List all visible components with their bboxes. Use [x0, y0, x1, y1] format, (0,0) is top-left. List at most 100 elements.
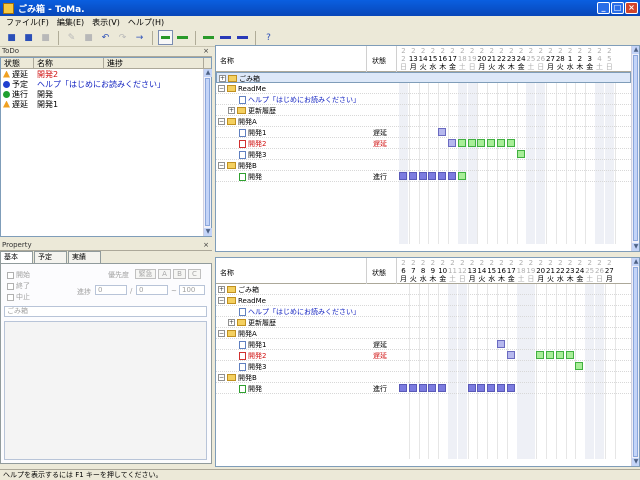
menu-help[interactable]: ヘルプ(H) — [124, 17, 168, 28]
gantt-bar[interactable] — [487, 139, 496, 147]
gantt-bar[interactable] — [555, 351, 564, 359]
check-start[interactable]: 開始 — [7, 270, 30, 280]
check-finish[interactable]: 終了 — [7, 281, 30, 291]
gantt-bar[interactable] — [408, 384, 417, 392]
priority-c-button[interactable]: C — [188, 269, 201, 279]
gantt-top-scrollbar[interactable]: ▲ ▼ — [631, 46, 639, 251]
task-row[interactable]: + ごみ箱 — [216, 72, 631, 83]
expand-toggle[interactable]: + — [228, 107, 235, 114]
expand-toggle[interactable]: + — [219, 75, 226, 82]
expand-toggle[interactable]: + — [228, 319, 235, 326]
bar-blue-icon[interactable] — [218, 30, 233, 45]
task-row[interactable]: + ごみ箱 — [216, 284, 631, 295]
edit-icon[interactable]: ✎ — [64, 30, 79, 45]
task-row[interactable]: + 更新履歴 — [216, 105, 631, 116]
task-row[interactable]: 開発1 遅延 — [216, 339, 631, 350]
gantt-bar[interactable] — [477, 384, 486, 392]
task-row[interactable]: 開発3 — [216, 361, 631, 372]
progress-total-input[interactable]: 0 — [136, 285, 168, 295]
todo-row[interactable]: 進行 開発 — [1, 89, 211, 99]
gantt-bar[interactable] — [506, 384, 515, 392]
menu-view[interactable]: 表示(V) — [88, 17, 124, 28]
close-icon[interactable]: × — [203, 47, 209, 55]
expand-toggle[interactable]: − — [218, 374, 225, 381]
expand-toggle[interactable]: − — [218, 330, 225, 337]
gantt-bar[interactable] — [575, 362, 584, 370]
task-row[interactable]: − 開発A — [216, 116, 631, 127]
new-icon[interactable]: ■ — [4, 30, 19, 45]
gantt-bar[interactable] — [565, 351, 574, 359]
todo-row[interactable]: 遅延 開発2 — [1, 69, 211, 79]
todo-row[interactable]: 遅延 開発1 — [1, 99, 211, 109]
todo-col-status[interactable]: 状態 — [1, 58, 34, 68]
help-icon[interactable]: ? — [261, 30, 276, 45]
menu-edit[interactable]: 編集(E) — [53, 17, 88, 28]
maximize-button[interactable]: □ — [611, 2, 624, 14]
gantt-bar[interactable] — [546, 351, 554, 359]
gantt-bar[interactable] — [467, 384, 476, 392]
task-row[interactable]: 開発2 遅延 — [216, 138, 631, 149]
bar-green-icon[interactable] — [201, 30, 216, 45]
task-row[interactable]: + 更新履歴 — [216, 317, 631, 328]
gantt-bar[interactable] — [536, 351, 545, 359]
gantt-bar[interactable] — [418, 172, 427, 180]
close-icon[interactable]: × — [203, 241, 209, 249]
gantt-bar[interactable] — [457, 172, 466, 180]
priority-a-button[interactable]: A — [158, 269, 171, 279]
new-disabled-icon[interactable]: ■ — [38, 30, 53, 45]
todo-col-name[interactable]: 名称 — [34, 58, 104, 68]
gantt-bar[interactable] — [448, 139, 456, 147]
gantt-bar[interactable] — [497, 340, 505, 348]
col-status-header[interactable]: 状態 — [372, 268, 386, 278]
new-child-icon[interactable]: ■ — [21, 30, 36, 45]
task-row[interactable]: ヘルプ「はじめにお読みください」 — [216, 94, 631, 105]
close-button[interactable]: × — [625, 2, 638, 14]
check-cancel[interactable]: 中止 — [7, 292, 30, 302]
gantt-bar[interactable] — [448, 172, 456, 180]
gantt-bar[interactable] — [516, 150, 525, 158]
task-row[interactable]: − ReadMe — [216, 83, 631, 94]
gantt-bar[interactable] — [506, 351, 515, 359]
todo-scrollbar[interactable]: ▲ ▼ — [203, 69, 212, 236]
priority-urgent-button[interactable]: 緊急 — [135, 269, 156, 279]
priority-b-button[interactable]: B — [173, 269, 186, 279]
task-row[interactable]: − 開発B — [216, 372, 631, 383]
gantt-bottom-scrollbar[interactable]: ▲ ▼ — [631, 258, 639, 466]
gantt-bar[interactable] — [418, 384, 427, 392]
gantt-bar[interactable] — [428, 384, 437, 392]
task-row[interactable]: 開発1 遅延 — [216, 127, 631, 138]
task-row[interactable]: − 開発A — [216, 328, 631, 339]
memo-textarea[interactable] — [4, 321, 207, 460]
gantt-bar[interactable] — [408, 172, 417, 180]
col-name-header[interactable]: 名称 — [220, 56, 234, 66]
gantt-bar[interactable] — [438, 384, 447, 392]
gantt-bar[interactable] — [428, 172, 437, 180]
gantt-bar[interactable] — [438, 172, 447, 180]
progress-current-input[interactable]: 0 — [95, 285, 127, 295]
goto-icon[interactable]: → — [132, 30, 147, 45]
expand-toggle[interactable]: − — [218, 162, 225, 169]
gantt-bar[interactable] — [438, 128, 447, 136]
expand-toggle[interactable]: − — [218, 297, 225, 304]
tab-plan[interactable]: 予定 — [34, 251, 67, 263]
undo-icon[interactable]: ↶ — [98, 30, 113, 45]
expand-toggle[interactable]: + — [218, 286, 225, 293]
gantt-bar[interactable] — [477, 139, 486, 147]
redo-icon[interactable]: ↷ — [115, 30, 130, 45]
col-status-header[interactable]: 状態 — [372, 56, 386, 66]
expand-toggle[interactable]: − — [218, 85, 225, 92]
bar-mode-icon[interactable] — [158, 30, 173, 45]
name-input[interactable]: ごみ箱 — [4, 306, 207, 317]
gantt-bar[interactable] — [399, 384, 407, 392]
menu-file[interactable]: ファイル(F) — [2, 17, 53, 28]
task-row[interactable]: − ReadMe — [216, 295, 631, 306]
gantt-bar[interactable] — [467, 139, 476, 147]
delete-icon[interactable]: ■ — [81, 30, 96, 45]
bar-mode-2-icon[interactable] — [175, 30, 190, 45]
gantt-bar[interactable] — [497, 384, 505, 392]
todo-col-progress[interactable]: 進捗 — [104, 58, 204, 68]
task-row[interactable]: − 開発B — [216, 160, 631, 171]
expand-toggle[interactable]: − — [218, 118, 225, 125]
gantt-bar[interactable] — [487, 384, 496, 392]
bar-blue-2-icon[interactable] — [235, 30, 250, 45]
